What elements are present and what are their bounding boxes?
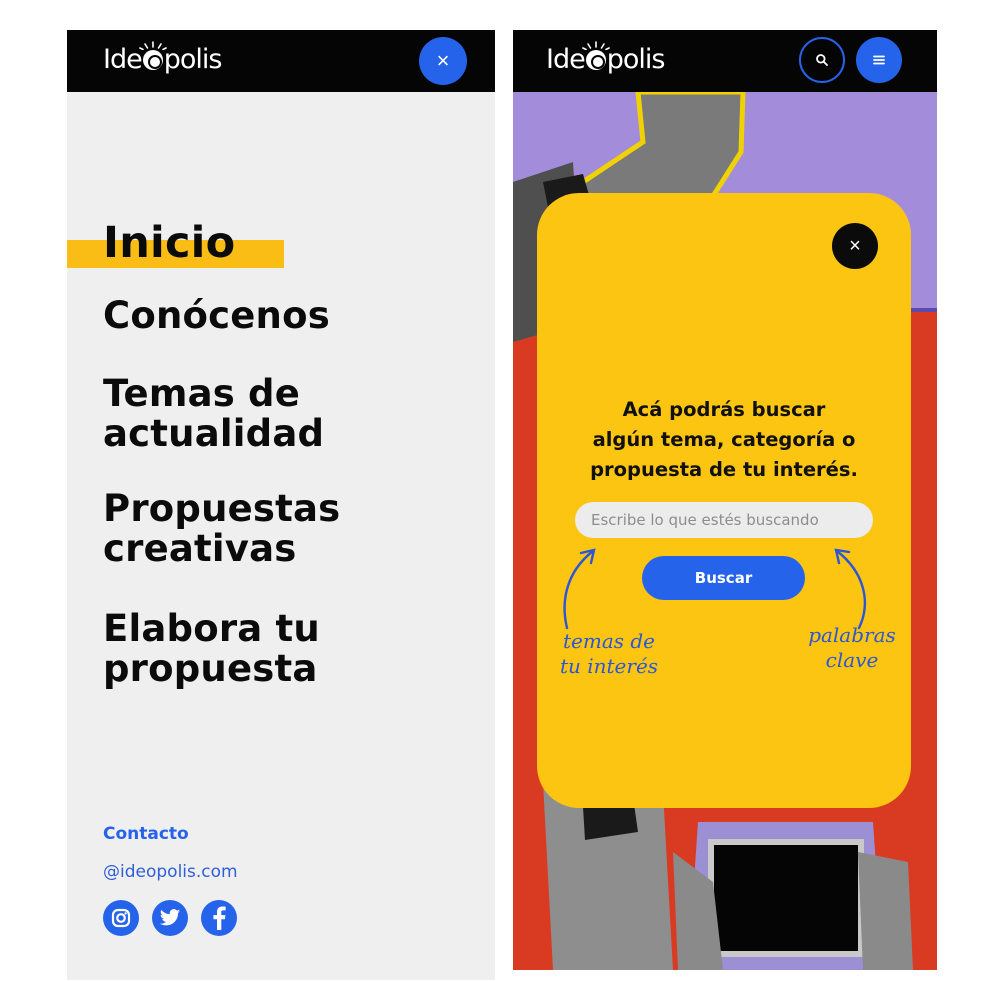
search-modal: × Acá podrás buscar algún tema, categorí…	[537, 193, 911, 808]
contact-title: Contacto	[103, 824, 189, 844]
arrow-right-icon	[834, 548, 867, 630]
handwritten-note-left: temas de tu interés	[559, 629, 659, 678]
menu-button[interactable]	[856, 37, 902, 83]
close-icon: ×	[849, 234, 861, 257]
close-menu-button[interactable]: ×	[419, 37, 467, 85]
logo[interactable]: Ide polis	[546, 41, 665, 75]
twitter-icon[interactable]	[152, 900, 188, 936]
instagram-icon[interactable]	[103, 900, 139, 936]
handwritten-note-right: palabras clave	[808, 623, 896, 672]
buscar-button[interactable]: Buscar	[642, 556, 805, 600]
lightbulb-icon	[138, 41, 167, 70]
close-modal-button[interactable]: ×	[832, 223, 878, 269]
menu-item-elabora-tu-propuesta[interactable]: Elabora tu propuesta	[103, 609, 320, 689]
lightbulb-icon	[581, 41, 610, 70]
search-screen: Ide polis × Acá podrás buscar algún tema,…	[513, 30, 937, 970]
search-button[interactable]	[799, 37, 845, 83]
header: Ide polis ×	[67, 30, 495, 92]
menu-item-propuestas-creativas[interactable]: Propuestas creativas	[103, 489, 340, 569]
menu-item-temas-de-actualidad[interactable]: Temas de actualidad	[103, 374, 324, 454]
contact-email[interactable]: @ideopolis.com	[103, 862, 238, 882]
facebook-icon[interactable]	[201, 900, 237, 936]
hamburger-icon	[873, 55, 885, 65]
header: Ide polis	[513, 30, 937, 92]
arrow-left-icon	[563, 548, 596, 630]
logo[interactable]: Ide polis	[103, 41, 222, 75]
menu-item-inicio[interactable]: Inicio	[103, 222, 235, 265]
menu-item-conocenos[interactable]: Conócenos	[103, 296, 330, 336]
search-input[interactable]	[575, 502, 873, 538]
search-instructions: Acá podrás buscar algún tema, categoría …	[590, 398, 858, 481]
search-icon	[816, 54, 828, 66]
close-icon: ×	[436, 48, 450, 73]
menu-screen: Ide polis × Inicio Conócenos Temas de act…	[67, 30, 495, 980]
